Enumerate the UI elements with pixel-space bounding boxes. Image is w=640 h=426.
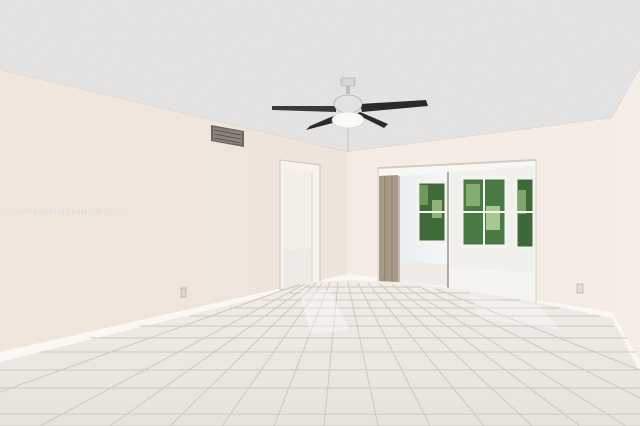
wall-outlet-right (576, 283, 584, 294)
wall-outlet (180, 287, 187, 298)
fan-light (331, 111, 365, 129)
curtain (379, 175, 398, 284)
room-photo: A1163049@© Miami MLS® 2024 (0, 0, 640, 426)
mls-watermark: A1163049@© Miami MLS® 2024 (2, 207, 123, 216)
sliding-glass-doors (377, 159, 537, 303)
hallway-doorway (279, 159, 321, 291)
